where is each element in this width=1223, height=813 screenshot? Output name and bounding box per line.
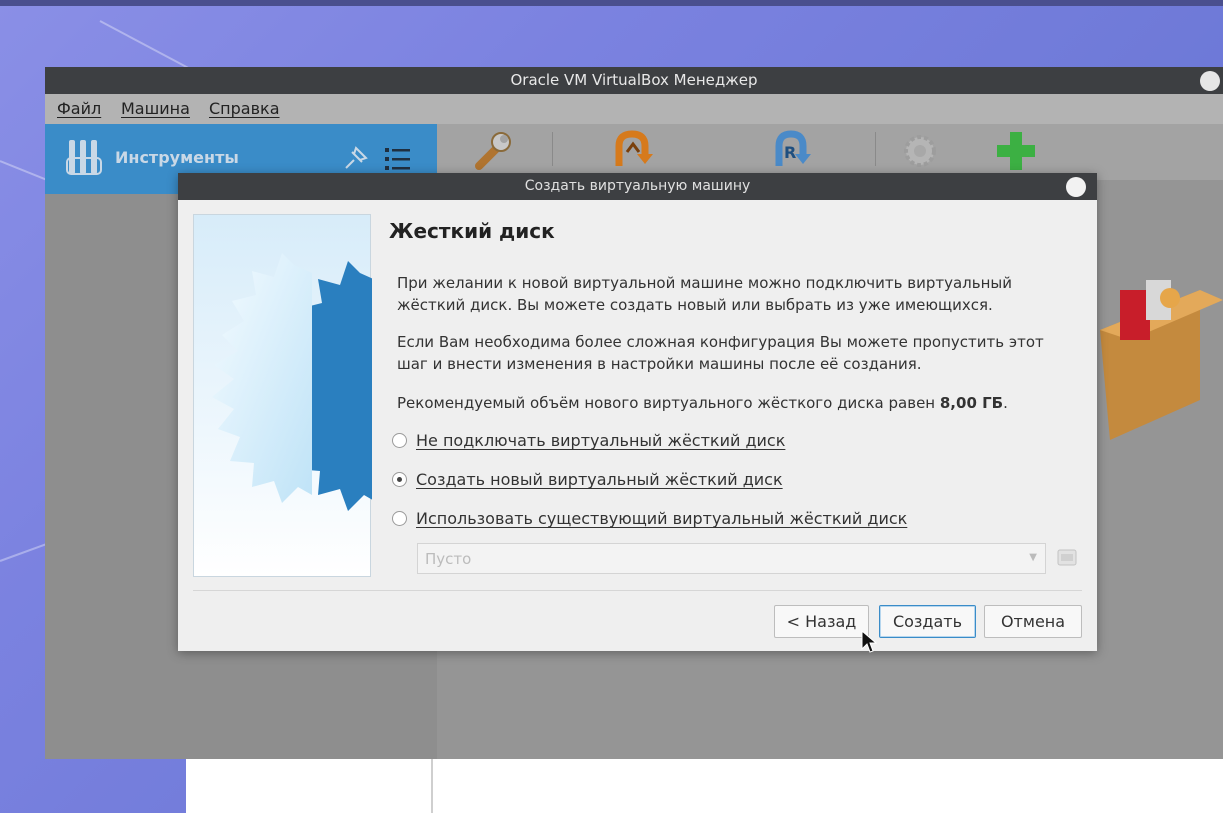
sidebar-item-label: Инструменты [115, 148, 239, 167]
chevron-down-icon: ▼ [1029, 552, 1037, 563]
radio-button[interactable] [392, 433, 407, 448]
description-paragraph-2: Если Вам необходима более сложная конфиг… [397, 333, 1044, 373]
toolbar-separator [875, 132, 876, 166]
menu-bar: Файл Машина Справка [45, 94, 1223, 124]
create-vm-dialog: Создать виртуальную машину Жесткий диск … [178, 173, 1097, 651]
manager-close-button[interactable] [1200, 71, 1220, 91]
recommended-size-value: 8,00 ГБ [939, 394, 1004, 412]
menu-file[interactable]: Файл [57, 99, 101, 118]
menu-help[interactable]: Справка [209, 99, 280, 118]
manager-title: Oracle VM VirtualBox Менеджер [510, 71, 758, 89]
toolbar-separator [552, 132, 553, 166]
dialog-close-button[interactable] [1066, 177, 1086, 197]
option-label: Использовать существующий виртуальный жё… [416, 509, 908, 528]
option-label: Не подключать виртуальный жёсткий диск [416, 431, 786, 450]
option-use-existing-disk[interactable]: Использовать существующий виртуальный жё… [392, 509, 907, 528]
manager-title-bar: Oracle VM VirtualBox Менеджер [45, 67, 1223, 94]
disk-select-value: Пусто [425, 550, 472, 568]
back-button[interactable]: < Назад [774, 605, 869, 638]
option-create-new-disk[interactable]: Создать новый виртуальный жёсткий диск [392, 470, 783, 489]
option-no-disk[interactable]: Не подключать виртуальный жёсткий диск [392, 431, 785, 450]
description-paragraph-1: При желании к новой виртуальной машине м… [397, 274, 1012, 314]
add-plus-icon[interactable] [993, 128, 1039, 174]
create-button[interactable]: Создать [879, 605, 976, 638]
recommended-size-prefix: Рекомендуемый объём нового виртуального … [397, 394, 940, 412]
main-toolbar: R [437, 124, 1223, 180]
dialog-divider [193, 590, 1082, 591]
pin-icon[interactable] [340, 144, 370, 174]
background-window [186, 759, 1223, 813]
background-window-divider [431, 759, 433, 813]
mouse-cursor-icon [861, 630, 877, 653]
wizard-illustration [193, 214, 378, 577]
starburst-icon [212, 253, 378, 511]
existing-disk-select[interactable]: Пусто ▼ [417, 543, 1046, 574]
page-title: Жесткий диск [389, 219, 555, 243]
radio-button-checked[interactable] [392, 472, 407, 487]
tools-icon [66, 140, 102, 175]
recommended-size-text: Рекомендуемый объём нового виртуального … [397, 392, 1067, 414]
dialog-title: Создать виртуальную машину [524, 178, 751, 194]
cancel-button[interactable]: Отмена [984, 605, 1082, 638]
option-label: Создать новый виртуальный жёсткий диск [416, 470, 783, 489]
start-icon[interactable]: R [767, 128, 813, 174]
discard-icon[interactable] [609, 128, 655, 174]
menu-machine[interactable]: Машина [121, 99, 190, 118]
svg-text:R: R [784, 143, 796, 162]
choose-disk-folder-icon[interactable] [1056, 546, 1078, 568]
dialog-title-bar: Создать виртуальную машину [178, 173, 1097, 200]
recommended-size-suffix: . [1003, 394, 1008, 412]
cogwheel-icon[interactable] [897, 128, 943, 174]
menu-list-icon[interactable] [383, 144, 413, 174]
settings-wrench-icon[interactable] [469, 128, 515, 174]
radio-button[interactable] [392, 511, 407, 526]
desktop-top-panel [0, 0, 1223, 6]
